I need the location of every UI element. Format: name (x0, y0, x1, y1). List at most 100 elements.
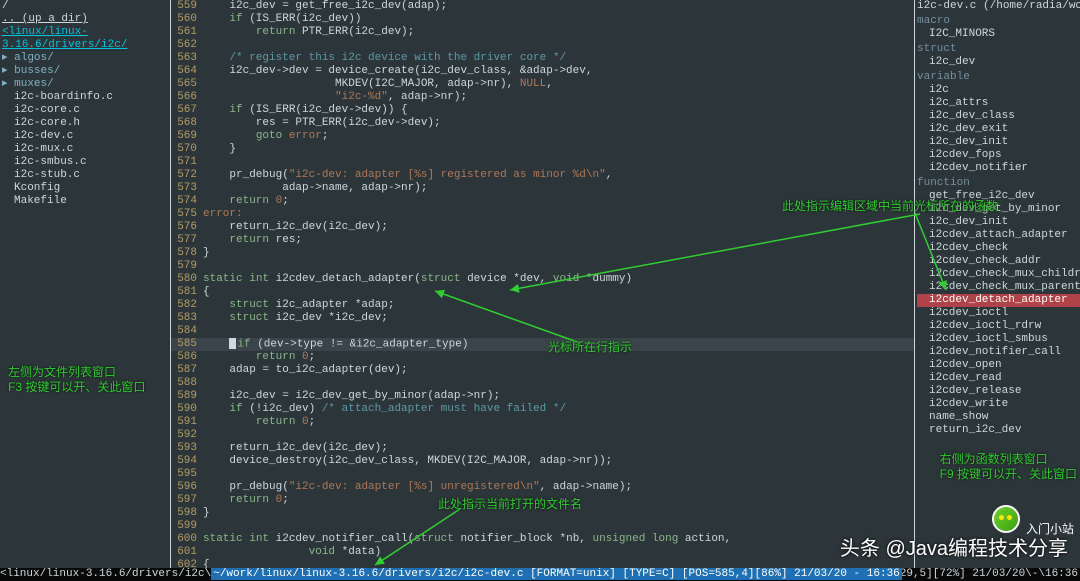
tree-file[interactable]: i2c-boardinfo.c (0, 91, 170, 104)
code-line[interactable]: 575error: (171, 208, 914, 221)
code-line[interactable]: 593 return_i2c_dev(i2c_dev); (171, 442, 914, 455)
code-line[interactable]: 587 adap = to_i2c_adapter(dev); (171, 364, 914, 377)
taglist-item[interactable]: return_i2c_dev (917, 424, 1080, 437)
tree-file[interactable]: i2c-core.h (0, 117, 170, 130)
code-line[interactable]: 577 return res; (171, 234, 914, 247)
code-line[interactable]: 602{ (171, 559, 914, 568)
taglist-item[interactable]: i2cdev_notifier (917, 162, 1080, 175)
taglist-pane[interactable]: i2c-dev.c (/home/radia/work/l macroI2C_M… (914, 0, 1080, 568)
taglist-item[interactable]: i2cdev_check_mux_children (917, 268, 1080, 281)
code-line[interactable]: 586 return 0; (171, 351, 914, 364)
tree-dir[interactable]: muxes/ (0, 78, 170, 91)
line-number: 562 (171, 39, 203, 52)
line-number: 585 (171, 338, 203, 351)
code-line[interactable]: 560 if (IS_ERR(i2c_dev)) (171, 13, 914, 26)
code-line[interactable]: 572 pr_debug("i2c-dev: adapter [%s] regi… (171, 169, 914, 182)
file-tree-pane[interactable]: / .. (up a dir) <linux/linux-3.16.6/driv… (0, 0, 171, 568)
code-line[interactable]: 578} (171, 247, 914, 260)
code-line[interactable]: 581{ (171, 286, 914, 299)
code-line[interactable]: 596 pr_debug("i2c-dev: adapter [%s] unre… (171, 481, 914, 494)
taglist-item[interactable]: i2c (917, 84, 1080, 97)
code-line[interactable]: 559 i2c_dev = get_free_i2c_dev(adap); (171, 0, 914, 13)
line-number: 599 (171, 520, 203, 533)
taglist-item[interactable]: i2cdev_open (917, 359, 1080, 372)
taglist-item[interactable]: I2C_MINORS (917, 28, 1080, 41)
code-line[interactable]: 589 i2c_dev = i2c_dev_get_by_minor(adap-… (171, 390, 914, 403)
code-editor-pane[interactable]: 559 i2c_dev = get_free_i2c_dev(adap);560… (171, 0, 914, 568)
line-number: 583 (171, 312, 203, 325)
code-line[interactable]: 570 } (171, 143, 914, 156)
code-line[interactable]: 594 device_destroy(i2c_dev_class, MKDEV(… (171, 455, 914, 468)
code-line[interactable]: 563 /* register this i2c device with the… (171, 52, 914, 65)
tree-file[interactable]: i2c-mux.c (0, 143, 170, 156)
code-line[interactable]: 580static int i2cdev_detach_adapter(stru… (171, 273, 914, 286)
tree-file[interactable]: Makefile (0, 195, 170, 208)
code-line[interactable]: 591 return 0; (171, 416, 914, 429)
code-line[interactable]: 571 (171, 156, 914, 169)
code-line[interactable]: 590 if (!i2c_dev) /* attach_adapter must… (171, 403, 914, 416)
line-number: 573 (171, 182, 203, 195)
tree-path-link[interactable]: <linux/linux-3.16.6/drivers/i2c/ (0, 26, 170, 52)
code-line[interactable]: 568 res = PTR_ERR(i2c_dev->dev); (171, 117, 914, 130)
taglist-item[interactable]: i2cdev_read (917, 372, 1080, 385)
code-line[interactable]: 600static int i2cdev_notifier_call(struc… (171, 533, 914, 546)
code-line[interactable]: 576 return_i2c_dev(i2c_dev); (171, 221, 914, 234)
code-line[interactable]: 592 (171, 429, 914, 442)
code-line[interactable]: 573 adap->name, adap->nr); (171, 182, 914, 195)
code-line[interactable]: 584 (171, 325, 914, 338)
line-number: 563 (171, 52, 203, 65)
code-line[interactable]: 579 (171, 260, 914, 273)
taglist-item[interactable]: i2cdev_check (917, 242, 1080, 255)
code-line[interactable]: 567 if (IS_ERR(i2c_dev->dev)) { (171, 104, 914, 117)
code-line[interactable]: 582 struct i2c_adapter *adap; (171, 299, 914, 312)
line-number: 574 (171, 195, 203, 208)
tree-file[interactable]: Kconfig (0, 182, 170, 195)
code-line[interactable]: 597 return 0; (171, 494, 914, 507)
line-number: 578 (171, 247, 203, 260)
code-line[interactable]: 585 if (dev->type != &i2c_adapter_type) (171, 338, 914, 351)
code-line[interactable]: 569 goto error; (171, 130, 914, 143)
tree-file[interactable]: i2c-stub.c (0, 169, 170, 182)
taglist-item[interactable]: i2cdev_check_addr (917, 255, 1080, 268)
code-line[interactable]: 583 struct i2c_dev *i2c_dev; (171, 312, 914, 325)
code-line[interactable]: 561 return PTR_ERR(i2c_dev); (171, 26, 914, 39)
taglist-item[interactable]: i2cdev_notifier_call (917, 346, 1080, 359)
code-line[interactable]: 588 (171, 377, 914, 390)
taglist-item[interactable]: i2cdev_attach_adapter (917, 229, 1080, 242)
code-line[interactable]: 598} (171, 507, 914, 520)
taglist-item[interactable]: i2c_dev_exit (917, 123, 1080, 136)
code-line[interactable]: 595 (171, 468, 914, 481)
watermark-main: 头条 @Java编程技术分享 (840, 543, 1068, 556)
tree-file[interactable]: i2c-dev.c (0, 130, 170, 143)
taglist-item[interactable]: i2c_dev (917, 56, 1080, 69)
taglist-item[interactable]: i2c_dev_get_by_minor (917, 203, 1080, 216)
code-line[interactable]: 566 "i2c-%d", adap->nr); (171, 91, 914, 104)
taglist-item[interactable]: i2c_dev_init (917, 216, 1080, 229)
taglist-item[interactable]: i2cdev_release (917, 385, 1080, 398)
code-line[interactable]: 565 MKDEV(I2C_MAJOR, adap->nr), NULL, (171, 78, 914, 91)
taglist-item[interactable]: i2cdev_ioctl_smbus (917, 333, 1080, 346)
tree-dir[interactable]: algos/ (0, 52, 170, 65)
tree-dir[interactable]: busses/ (0, 65, 170, 78)
code-line[interactable]: 599 (171, 520, 914, 533)
taglist-item[interactable]: i2c_attrs (917, 97, 1080, 110)
taglist-item[interactable]: get_free_i2c_dev (917, 190, 1080, 203)
taglist-item[interactable]: i2cdev_check_mux_parents (917, 281, 1080, 294)
taglist-item[interactable]: name_show (917, 411, 1080, 424)
taglist-item[interactable]: i2c_dev_class (917, 110, 1080, 123)
line-number: 588 (171, 377, 203, 390)
code-line[interactable]: 574 return 0; (171, 195, 914, 208)
taglist-item[interactable]: i2cdev_write (917, 398, 1080, 411)
tree-file[interactable]: i2c-smbus.c (0, 156, 170, 169)
code-line[interactable]: 564 i2c_dev->dev = device_create(i2c_dev… (171, 65, 914, 78)
line-number: 592 (171, 429, 203, 442)
code-line[interactable]: 601 void *data) (171, 546, 914, 559)
tree-file[interactable]: i2c-core.c (0, 104, 170, 117)
taglist-item[interactable]: i2cdev_fops (917, 149, 1080, 162)
taglist-item[interactable]: i2cdev_ioctl (917, 307, 1080, 320)
tree-updir[interactable]: .. (up a dir) (0, 13, 170, 26)
code-line[interactable]: 562 (171, 39, 914, 52)
taglist-item[interactable]: i2cdev_detach_adapter (917, 294, 1080, 307)
taglist-item[interactable]: i2c_dev_init (917, 136, 1080, 149)
taglist-item[interactable]: i2cdev_ioctl_rdrw (917, 320, 1080, 333)
